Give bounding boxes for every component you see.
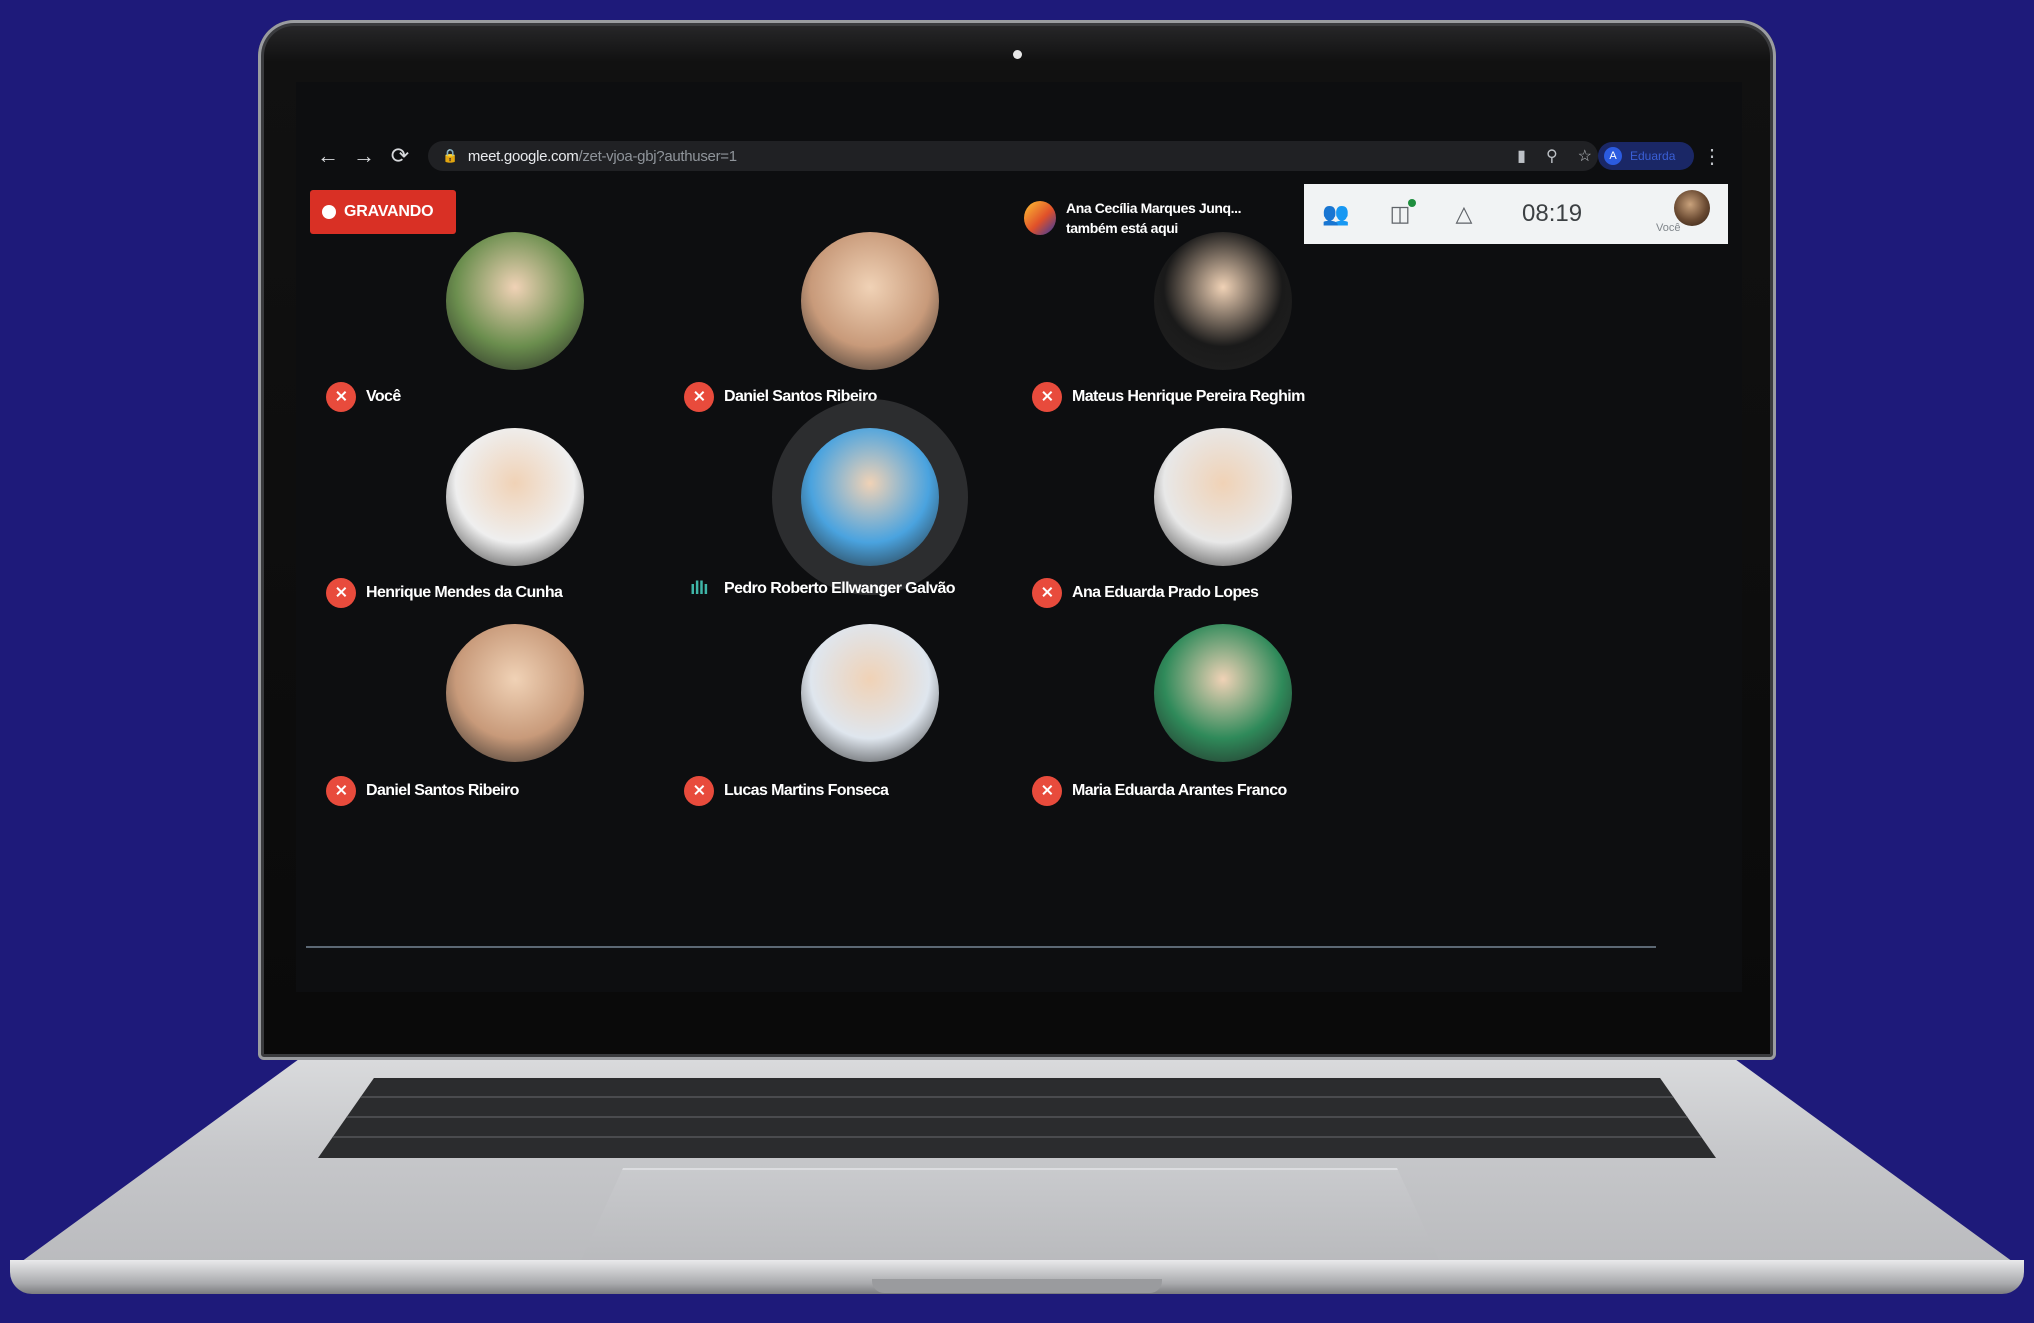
chat-icon[interactable]: ◫ <box>1368 199 1432 227</box>
browser-toolbar: ← → ⟳ 🔒 meet.google.com/zet-vjoa-gbj?aut… <box>296 134 1742 178</box>
participant-name: Ana Eduarda Prado Lopes <box>1072 584 1259 601</box>
participant-name-row: ⨯ Lucas Martins Fonseca <box>684 776 889 806</box>
profile-avatar: A <box>1604 147 1622 165</box>
trackpad <box>580 1168 1440 1262</box>
laptop-screen: ← → ⟳ 🔒 meet.google.com/zet-vjoa-gbj?aut… <box>296 82 1742 992</box>
reload-icon[interactable]: ⟳ <box>382 143 418 169</box>
participant-name-row: ⨯ Ana Eduarda Prado Lopes <box>1032 578 1259 608</box>
participant-avatar[interactable] <box>446 624 584 762</box>
record-icon <box>322 205 336 219</box>
recording-badge: GRAVANDO <box>310 190 456 234</box>
meeting-info-panel: 👥 ◫ △ 08:19 Você <box>1304 184 1728 244</box>
mic-off-icon: ⨯ <box>326 382 356 412</box>
key-icon[interactable]: ⚲ <box>1546 146 1558 166</box>
participant-name: Lucas Martins Fonseca <box>724 782 889 799</box>
mic-off-icon: ⨯ <box>326 578 356 608</box>
participant-name: Maria Eduarda Arantes Franco <box>1072 782 1287 799</box>
star-icon[interactable]: ☆ <box>1578 146 1592 166</box>
menu-icon[interactable]: ⋮ <box>1702 144 1722 169</box>
participant-name-row: ıllı Pedro Roberto Ellwanger Galvão <box>684 578 955 599</box>
participant-name: Mateus Henrique Pereira Reghim <box>1072 388 1305 405</box>
participant-avatar[interactable] <box>801 232 939 370</box>
mic-off-icon: ⨯ <box>326 776 356 806</box>
forward-icon[interactable]: → <box>346 143 382 169</box>
profile-name: Eduarda <box>1630 149 1676 163</box>
participant-name: Pedro Roberto Ellwanger Galvão <box>724 579 956 597</box>
keyboard <box>318 1078 1716 1158</box>
mic-off-icon: ⨯ <box>684 776 714 806</box>
self-avatar <box>1674 190 1710 226</box>
participant-name: Você <box>366 388 401 405</box>
profile-button[interactable]: A Eduarda <box>1598 142 1694 170</box>
webcam <box>1013 50 1022 59</box>
audio-level-icon: ıllı <box>690 578 708 598</box>
participant-avatar[interactable] <box>1154 624 1292 762</box>
mic-off-icon: ⨯ <box>1032 578 1062 608</box>
joiner-avatar <box>1024 201 1056 235</box>
camera-icon[interactable]: ▮ <box>1517 146 1526 166</box>
people-icon[interactable]: 👥 <box>1304 201 1368 227</box>
meeting-clock: 08:19 <box>1522 200 1583 227</box>
participant-name: Daniel Santos Ribeiro <box>366 782 519 799</box>
mic-off-icon: ⨯ <box>1032 382 1062 412</box>
notice-name: Ana Cecília Marques Junq... <box>1066 200 1242 216</box>
participant-name-row: ⨯ Mateus Henrique Pereira Reghim <box>1032 382 1305 412</box>
participant-avatar[interactable] <box>801 624 939 762</box>
participant-name-row: ⨯ Daniel Santos Ribeiro <box>326 776 519 806</box>
join-notification: Ana Cecília Marques Junq... também está … <box>1024 192 1294 244</box>
participant-name-row: ⨯ Maria Eduarda Arantes Franco <box>1032 776 1287 806</box>
activities-icon[interactable]: △ <box>1432 201 1496 227</box>
url-path: /zet-vjoa-gbj?authuser=1 <box>578 147 737 165</box>
recording-label: GRAVANDO <box>344 203 434 220</box>
grid-divider <box>306 946 1656 948</box>
chat-notification-dot <box>1408 199 1416 207</box>
participant-name-row: ⨯ Henrique Mendes da Cunha <box>326 578 563 608</box>
participant-avatar[interactable] <box>801 428 939 566</box>
mic-off-icon: ⨯ <box>1032 776 1062 806</box>
self-label: Você <box>1656 222 1681 234</box>
lock-icon: 🔒 <box>442 148 458 163</box>
address-bar-actions: ▮ ⚲ ☆ <box>1517 146 1592 166</box>
back-icon[interactable]: ← <box>310 143 346 169</box>
participant-name: Henrique Mendes da Cunha <box>366 584 563 601</box>
address-bar[interactable]: 🔒 meet.google.com/zet-vjoa-gbj?authuser=… <box>428 141 1598 171</box>
url-domain: meet.google.com <box>467 147 579 165</box>
participant-avatar[interactable] <box>1154 428 1292 566</box>
participant-avatar[interactable] <box>1154 232 1292 370</box>
participant-name-row: ⨯ Você <box>326 382 401 412</box>
participant-avatar[interactable] <box>446 428 584 566</box>
participant-avatar[interactable] <box>446 232 584 370</box>
mic-off-icon: ⨯ <box>684 382 714 412</box>
laptop-base <box>0 1060 2034 1323</box>
self-view-thumbnail[interactable]: Você <box>1656 190 1714 236</box>
lid-notch <box>872 1279 1162 1293</box>
